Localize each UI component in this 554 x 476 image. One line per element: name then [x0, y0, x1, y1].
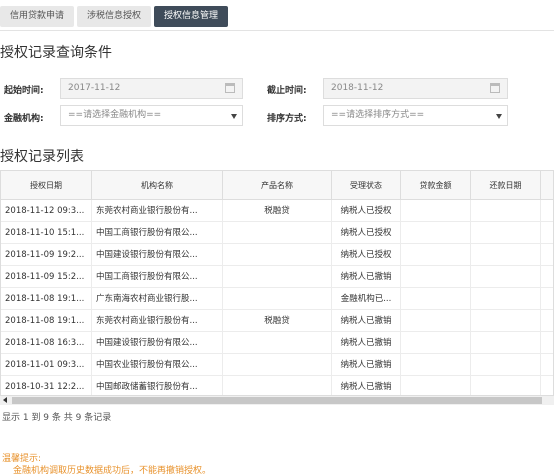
- cell-repay-date: [471, 354, 541, 376]
- cell-org: 中国邮政储蓄银行股份有...: [92, 376, 223, 395]
- cell-status: 纳税人已授权: [332, 222, 401, 244]
- cell-product: [223, 266, 332, 288]
- cell-org: 东莞农村商业银行股份有...: [92, 310, 223, 332]
- cell-product: [223, 332, 332, 354]
- top-tabs: 信用贷款申请 涉税信息授权 授权信息管理: [0, 6, 229, 27]
- table-row[interactable]: 2018-11-10 15:1... 中国工商银行股份有限公... 纳税人已授权: [1, 222, 553, 244]
- bank-select-value: ==请选择金融机构==: [68, 110, 162, 120]
- chevron-down-icon: [231, 114, 237, 119]
- cell-repay-date: [471, 288, 541, 310]
- scrollbar-thumb[interactable]: [12, 397, 542, 404]
- column-header-org[interactable]: 机构名称: [92, 171, 223, 200]
- bank-select[interactable]: ==请选择金融机构==: [60, 105, 243, 126]
- cell-amount: [401, 244, 471, 266]
- column-header-date[interactable]: 授权日期: [1, 171, 92, 200]
- tab-tax-info-authorize[interactable]: 涉税信息授权: [77, 6, 152, 27]
- calendar-icon[interactable]: [225, 83, 235, 93]
- list-section-title: 授权记录列表: [0, 149, 84, 165]
- cell-date: 2018-11-10 15:1...: [1, 222, 92, 244]
- cell-status: 纳税人已授权: [332, 200, 401, 222]
- table-row[interactable]: 2018-11-08 19:1... 东莞农村商业银行股份有... 税融贷 纳税…: [1, 310, 553, 332]
- table-header: 授权日期 机构名称 产品名称 受理状态 贷款金额 还款日期: [1, 171, 553, 200]
- tab-authorization-management[interactable]: 授权信息管理: [154, 6, 229, 27]
- cell-amount: [401, 200, 471, 222]
- cell-product: 税融贷: [223, 200, 332, 222]
- cell-product: 税融贷: [223, 310, 332, 332]
- cell-status: 纳税人已撤销: [332, 266, 401, 288]
- cell-status: 纳税人已撤销: [332, 332, 401, 354]
- cell-amount: [401, 354, 471, 376]
- cell-status: 纳税人已撤销: [332, 354, 401, 376]
- end-time-field[interactable]: 2018-11-12: [323, 78, 508, 99]
- cell-repay-date: [471, 200, 541, 222]
- end-time-label: 截止时间:: [267, 86, 307, 96]
- cell-repay-date: [471, 222, 541, 244]
- cell-amount: [401, 288, 471, 310]
- cell-amount: [401, 376, 471, 395]
- cell-status: 金融机构已...: [332, 288, 401, 310]
- cell-product: [223, 244, 332, 266]
- table-row[interactable]: 2018-11-09 19:2... 中国建设银行股份有限公... 纳税人已授权: [1, 244, 553, 266]
- horizontal-scrollbar[interactable]: [0, 396, 554, 405]
- tab-credit-loan-apply[interactable]: 信用贷款申请: [0, 6, 75, 27]
- sort-select-value: ==请选择排序方式==: [331, 110, 425, 120]
- cell-amount: [401, 222, 471, 244]
- table-row[interactable]: 2018-11-12 09:3... 东莞农村商业银行股份有... 税融贷 纳税…: [1, 200, 553, 222]
- cell-status: 纳税人已授权: [332, 244, 401, 266]
- column-header-repay-date[interactable]: 还款日期: [471, 171, 541, 200]
- cell-product: [223, 354, 332, 376]
- cell-status: 纳税人已撤销: [332, 376, 401, 395]
- column-header-amount[interactable]: 贷款金额: [401, 171, 471, 200]
- cell-org: 广东南海农村商业银行股...: [92, 288, 223, 310]
- cell-status: 纳税人已撤销: [332, 310, 401, 332]
- calendar-icon[interactable]: [490, 83, 500, 93]
- cell-amount: [401, 332, 471, 354]
- table-row[interactable]: 2018-11-01 09:3... 中国农业银行股份有限公... 纳税人已撤销: [1, 354, 553, 376]
- cell-org: 中国建设银行股份有限公...: [92, 244, 223, 266]
- column-header-product[interactable]: 产品名称: [223, 171, 332, 200]
- cell-date: 2018-11-08 16:3...: [1, 332, 92, 354]
- arrow-left-icon[interactable]: [3, 397, 7, 403]
- tabs-divider: [0, 30, 554, 31]
- table-row[interactable]: 2018-11-08 16:3... 中国建设银行股份有限公... 纳税人已撤销: [1, 332, 553, 354]
- table-row[interactable]: 2018-10-31 12:2... 中国邮政储蓄银行股份有... 纳税人已撤销: [1, 376, 553, 395]
- cell-amount: [401, 266, 471, 288]
- table-row[interactable]: 2018-11-09 15:2... 中国工商银行股份有限公... 纳税人已撤销: [1, 266, 553, 288]
- start-time-label: 起始时间:: [4, 86, 44, 96]
- cell-date: 2018-10-31 12:2...: [1, 376, 92, 395]
- cell-date: 2018-11-09 15:2...: [1, 266, 92, 288]
- column-header-status[interactable]: 受理状态: [332, 171, 401, 200]
- cell-org: 中国农业银行股份有限公...: [92, 354, 223, 376]
- sort-label: 排序方式:: [267, 114, 307, 124]
- cell-org: 中国工商银行股份有限公...: [92, 266, 223, 288]
- cell-date: 2018-11-12 09:3...: [1, 200, 92, 222]
- cell-org: 中国建设银行股份有限公...: [92, 332, 223, 354]
- cell-org: 东莞农村商业银行股份有...: [92, 200, 223, 222]
- cell-product: [223, 288, 332, 310]
- cell-date: 2018-11-08 19:1...: [1, 310, 92, 332]
- start-time-field[interactable]: 2017-11-12: [60, 78, 243, 99]
- chevron-down-icon: [496, 114, 502, 119]
- cell-repay-date: [471, 266, 541, 288]
- records-table: 授权日期 机构名称 产品名称 受理状态 贷款金额 还款日期 2018-11-12…: [0, 170, 554, 396]
- table-row[interactable]: 2018-11-08 19:1... 广东南海农村商业银行股... 金融机构已.…: [1, 288, 553, 310]
- tip-text: 金融机构调取历史数据成功后，不能再撤销授权。: [13, 466, 212, 476]
- cell-repay-date: [471, 332, 541, 354]
- start-time-value: 2017-11-12: [68, 83, 121, 93]
- cell-org: 中国工商银行股份有限公...: [92, 222, 223, 244]
- cell-date: 2018-11-01 09:3...: [1, 354, 92, 376]
- pagination-info: 显示 1 到 9 条 共 9 条记录: [2, 413, 112, 423]
- cell-repay-date: [471, 310, 541, 332]
- cell-amount: [401, 310, 471, 332]
- sort-select[interactable]: ==请选择排序方式==: [323, 105, 508, 126]
- cell-repay-date: [471, 244, 541, 266]
- cell-repay-date: [471, 376, 541, 395]
- cell-date: 2018-11-08 19:1...: [1, 288, 92, 310]
- end-time-value: 2018-11-12: [331, 83, 384, 93]
- bank-label: 金融机构:: [4, 114, 44, 124]
- query-section-title: 授权记录查询条件: [0, 45, 112, 61]
- cell-product: [223, 376, 332, 395]
- cell-product: [223, 222, 332, 244]
- cell-date: 2018-11-09 19:2...: [1, 244, 92, 266]
